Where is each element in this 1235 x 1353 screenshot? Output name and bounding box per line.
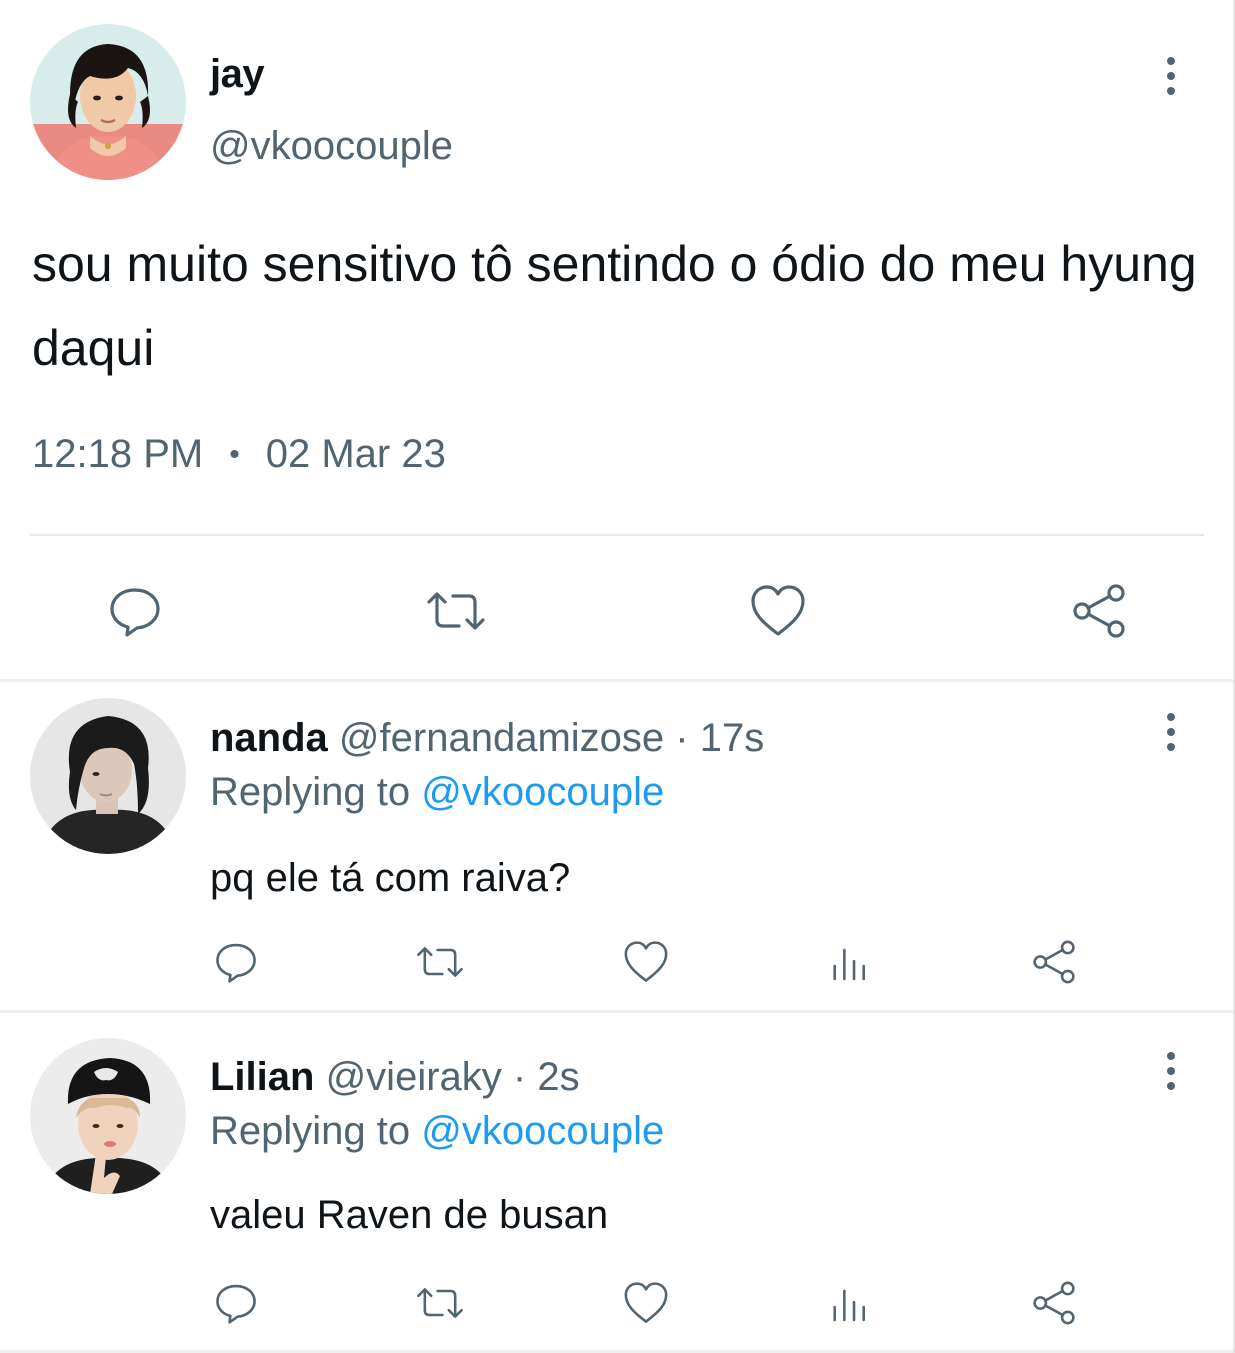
- retweet-icon[interactable]: [410, 1275, 470, 1331]
- retweet-icon[interactable]: [420, 576, 492, 646]
- like-icon[interactable]: [618, 1275, 674, 1331]
- share-icon[interactable]: [1026, 1275, 1082, 1331]
- main-tweet: jay @vkoocouple sou muito sensitivo tô s…: [0, 0, 1233, 680]
- replying-label: Replying to: [210, 1109, 411, 1153]
- retweet-icon[interactable]: [410, 934, 470, 990]
- more-options-icon[interactable]: [1156, 1041, 1186, 1101]
- avatar[interactable]: [30, 698, 186, 854]
- share-icon[interactable]: [1026, 934, 1082, 990]
- replying-label: Replying to: [210, 770, 411, 814]
- author-handle[interactable]: @vkoocouple: [210, 124, 453, 169]
- replying-to-mention[interactable]: @vkoocouple: [421, 770, 664, 814]
- reply-author-handle[interactable]: @vieiraky: [326, 1055, 502, 1099]
- reply-author-name[interactable]: Lilian: [210, 1055, 314, 1099]
- tweet-text: sou muito sensitivo tô sentindo o ódio d…: [32, 236, 1197, 376]
- replying-to: Replying to @vkoocouple: [210, 1109, 664, 1154]
- views-icon[interactable]: [822, 934, 878, 990]
- more-options-icon[interactable]: [1156, 46, 1186, 106]
- divider: [30, 534, 1204, 536]
- author-name[interactable]: jay: [210, 52, 265, 97]
- reply-icon[interactable]: [208, 934, 264, 990]
- reply-header: nanda @fernandamizose · 17s: [210, 716, 764, 761]
- tweet-timestamp: 12:18 PM • 02 Mar 23: [32, 432, 446, 477]
- reply-text: pq ele tá com raiva?: [210, 856, 571, 900]
- meta-separator: •: [229, 437, 240, 471]
- reply-time: 2s: [537, 1055, 580, 1099]
- reply-icon[interactable]: [100, 576, 170, 646]
- like-icon[interactable]: [745, 576, 811, 646]
- header-separator: ·: [512, 1055, 527, 1099]
- reply-tweet[interactable]: nanda @fernandamizose · 17s Replying to …: [0, 682, 1233, 1010]
- replying-to-mention[interactable]: @vkoocouple: [421, 1109, 664, 1153]
- reply-header: Lilian @vieiraky · 2s: [210, 1055, 580, 1100]
- share-icon[interactable]: [1066, 576, 1132, 646]
- views-icon[interactable]: [822, 1275, 878, 1331]
- reply-author-name[interactable]: nanda: [210, 716, 328, 760]
- header-separator: ·: [675, 716, 689, 760]
- tweet-time: 12:18 PM: [32, 432, 204, 476]
- reply-time: 17s: [699, 716, 765, 760]
- replying-to: Replying to @vkoocouple: [210, 770, 664, 815]
- reply-text: valeu Raven de busan: [210, 1193, 609, 1237]
- more-options-icon[interactable]: [1156, 702, 1186, 762]
- avatar[interactable]: [30, 1038, 186, 1194]
- reply-tweet[interactable]: Lilian @vieiraky · 2s Replying to @vkooc…: [0, 1013, 1233, 1353]
- tweet-date: 02 Mar 23: [265, 432, 446, 476]
- avatar[interactable]: [30, 24, 186, 180]
- reply-author-handle[interactable]: @fernandamizose: [339, 716, 664, 760]
- like-icon[interactable]: [618, 934, 674, 990]
- tweet-actions: [0, 570, 1233, 650]
- reply-icon[interactable]: [208, 1275, 264, 1331]
